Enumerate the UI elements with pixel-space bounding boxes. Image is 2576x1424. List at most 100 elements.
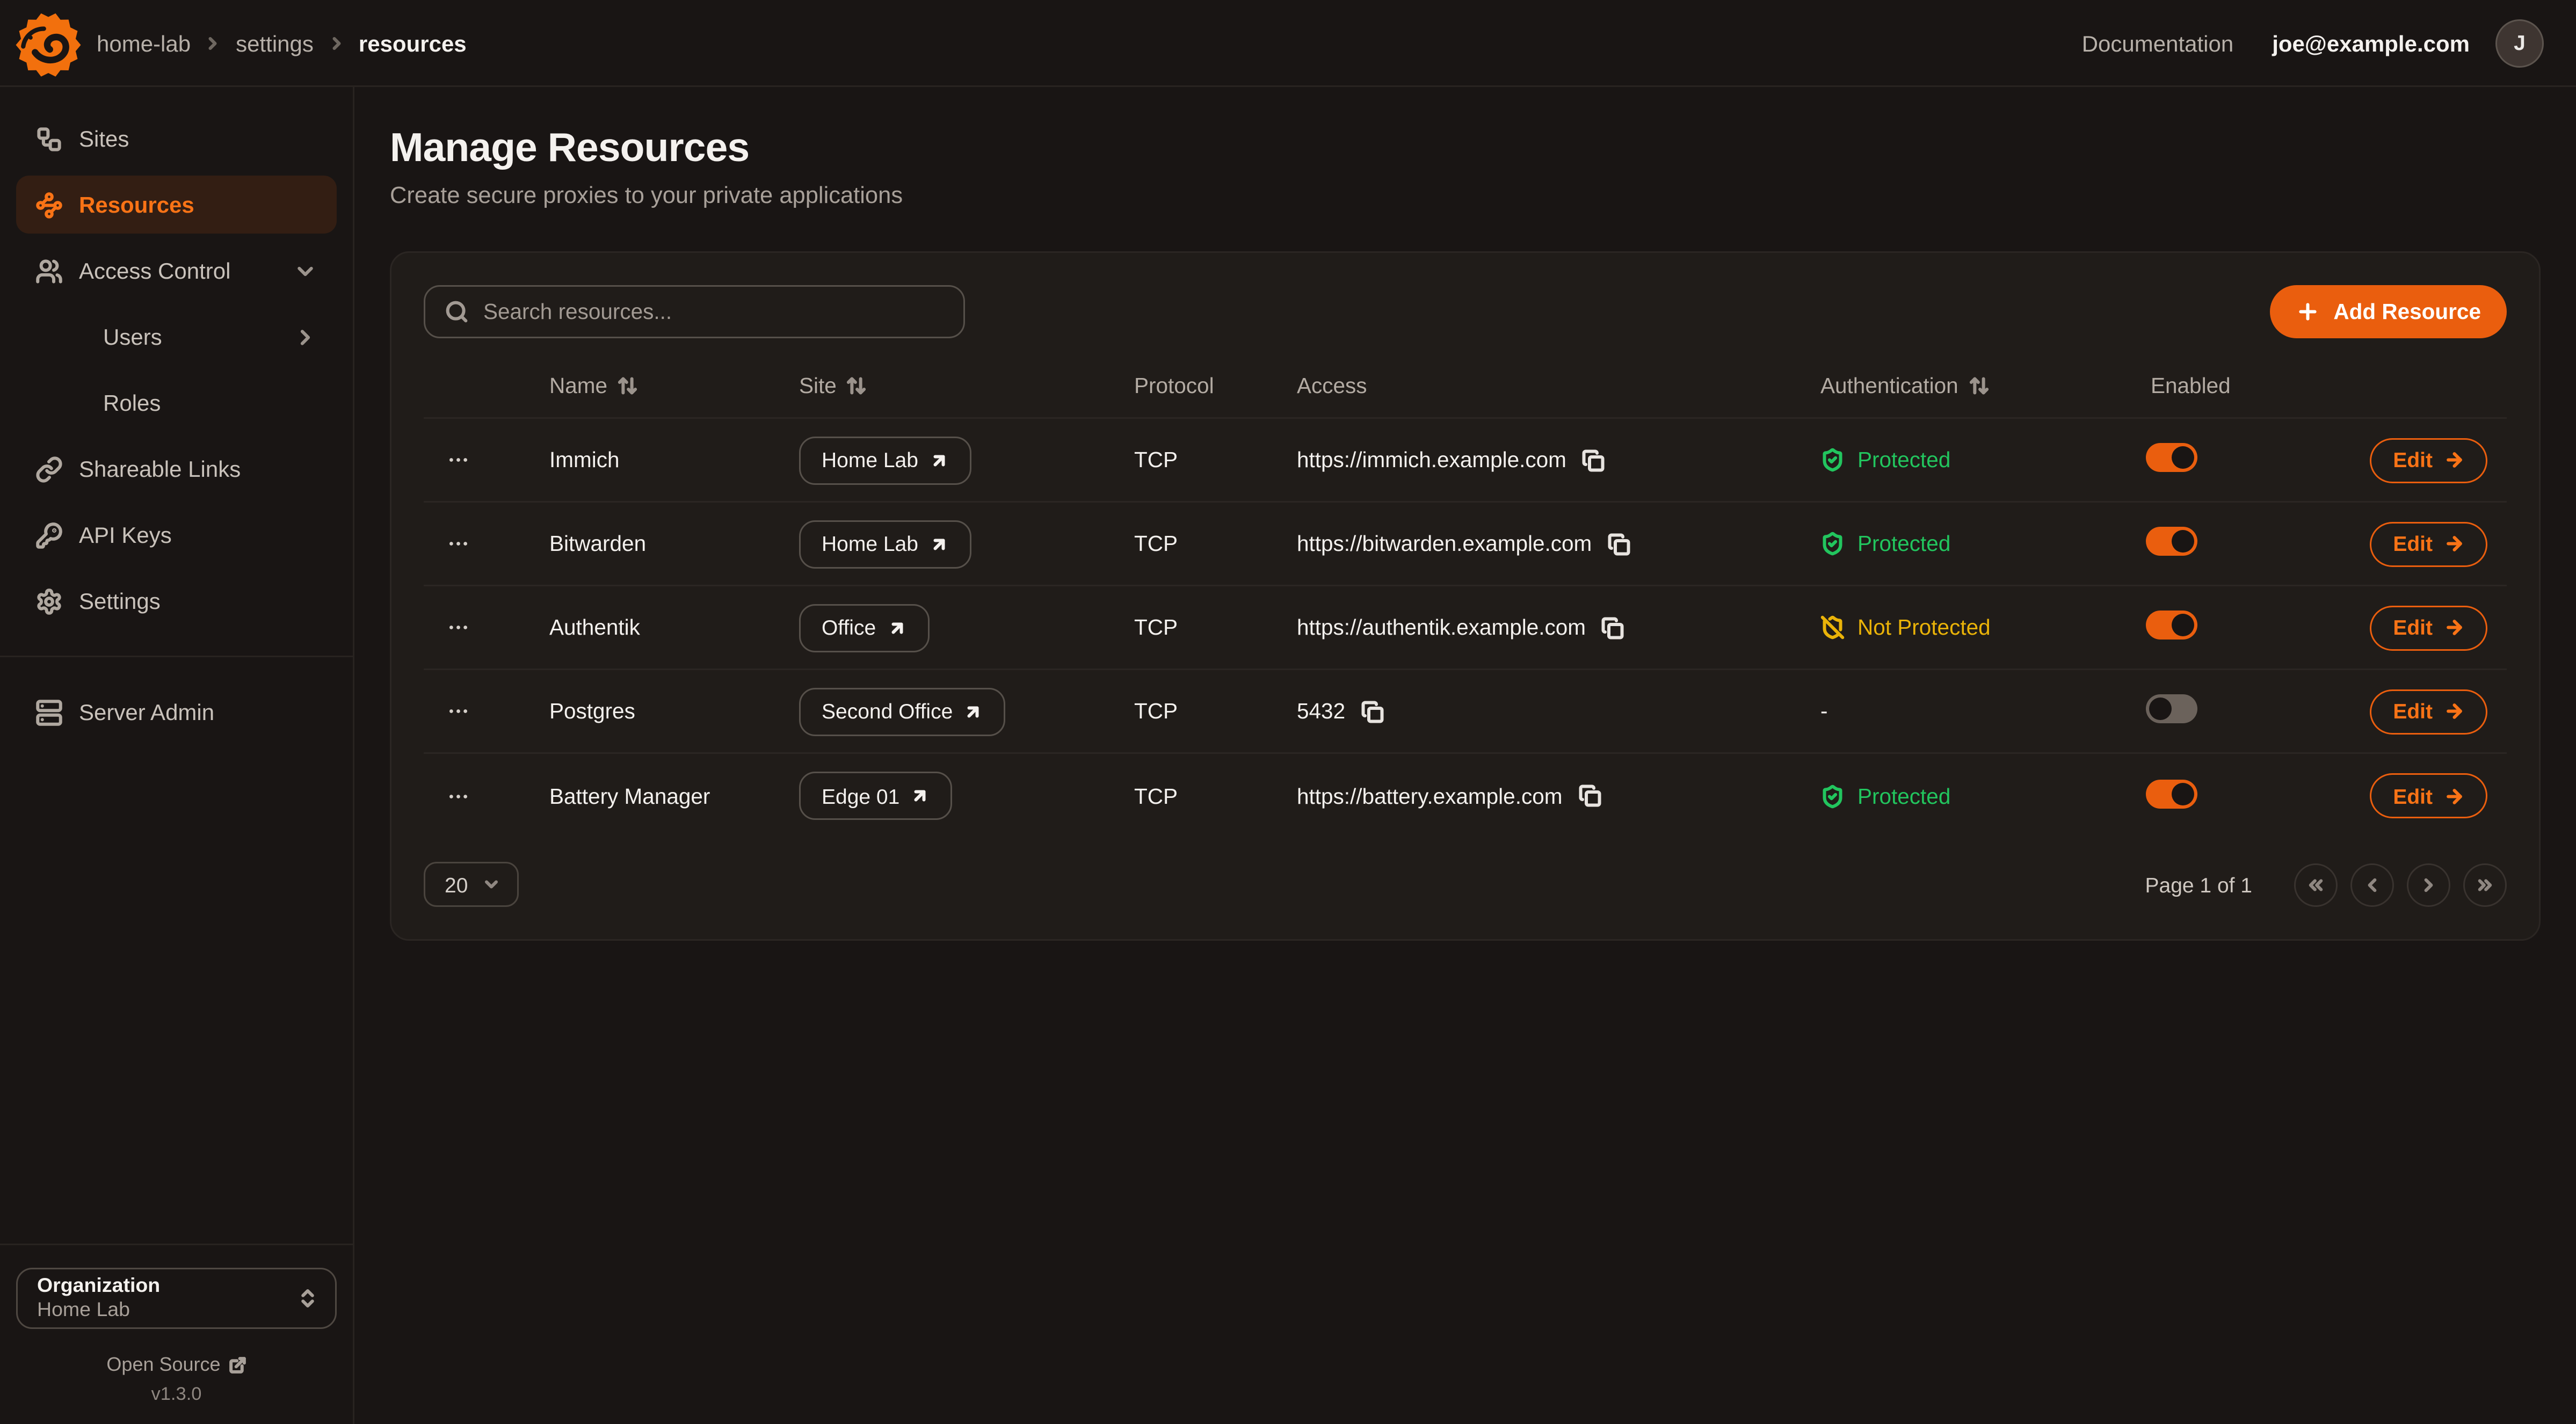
authentication-cell: Protected [1798, 448, 2136, 472]
sidebar-item-label: Users [103, 324, 162, 350]
edit-button[interactable]: Edit [2370, 521, 2487, 566]
documentation-link[interactable]: Documentation [2082, 30, 2234, 56]
chevron-down-icon [482, 875, 502, 894]
site-cell: Home Lab [799, 520, 1121, 568]
enabled-toggle[interactable] [2146, 694, 2197, 723]
sidebar-item-settings[interactable]: Settings [16, 572, 337, 630]
authentication-cell: Not Protected [1798, 615, 2136, 640]
edit-button[interactable]: Edit [2370, 438, 2487, 483]
enabled-toggle[interactable] [2146, 779, 2197, 808]
copy-button[interactable] [1602, 616, 1624, 639]
sidebar-item-users[interactable]: Users [16, 308, 337, 366]
breadcrumb-org[interactable]: home-lab [97, 30, 191, 56]
site-link[interactable]: Office [799, 604, 929, 652]
organization-label: Organization [37, 1274, 160, 1298]
search-input[interactable] [483, 300, 944, 324]
sidebar-item-access-control[interactable]: Access Control [16, 242, 337, 300]
copy-button[interactable] [1361, 700, 1384, 723]
arrow-up-right-icon [964, 702, 983, 721]
chevron-right-icon [204, 33, 223, 53]
sidebar-item-api-keys[interactable]: API Keys [16, 506, 337, 564]
chevrons-up-down-icon [296, 1287, 319, 1310]
toggle-knob [2172, 446, 2194, 469]
last-page-button[interactable] [2463, 863, 2507, 906]
site-link[interactable]: Second Office [799, 687, 1006, 736]
sort-icon [617, 375, 638, 396]
row-actions-button[interactable] [440, 695, 477, 728]
organization-switcher[interactable]: Organization Home Lab [16, 1268, 337, 1329]
access-value: 5432 [1297, 699, 1345, 723]
users-icon [35, 257, 63, 285]
row-actions-button[interactable] [440, 780, 477, 812]
enabled-toggle[interactable] [2146, 443, 2197, 472]
edit-cell: Edit [2305, 605, 2507, 650]
access-cell: https://bitwarden.example.com [1274, 532, 1798, 556]
chevron-down-icon [293, 259, 317, 283]
edit-button[interactable]: Edit [2370, 605, 2487, 650]
row-actions-cell [424, 528, 549, 560]
row-actions-button[interactable] [440, 444, 477, 476]
sidebar-divider [0, 656, 353, 657]
site-cell: Edge 01 [799, 772, 1121, 820]
previous-page-button[interactable] [2350, 863, 2394, 906]
copy-icon [1578, 784, 1601, 807]
enabled-cell [2136, 443, 2305, 477]
enabled-cell [2136, 779, 2305, 813]
avatar[interactable]: J [2495, 19, 2544, 67]
site-link[interactable]: Edge 01 [799, 772, 953, 820]
column-header-authentication[interactable]: Authentication [1798, 374, 2136, 398]
next-page-button[interactable] [2407, 863, 2450, 906]
toggle-knob [2172, 614, 2194, 636]
sidebar-item-resources[interactable]: Resources [16, 176, 337, 234]
copy-button[interactable] [1578, 784, 1601, 807]
row-actions-cell [424, 612, 549, 644]
site-link[interactable]: Home Lab [799, 436, 971, 484]
arrow-right-icon [2444, 701, 2465, 722]
resource-name: Battery Manager [549, 784, 799, 808]
add-resource-button[interactable]: Add Resource [2270, 285, 2507, 338]
enabled-toggle[interactable] [2146, 611, 2197, 640]
external-link-icon [229, 1356, 246, 1374]
site-link[interactable]: Home Lab [799, 520, 971, 568]
server-icon [35, 699, 63, 726]
sidebar-item-roles[interactable]: Roles [16, 374, 337, 432]
column-header-site[interactable]: Site [799, 374, 1121, 398]
first-page-button[interactable] [2294, 863, 2338, 906]
sidebar-item-server-admin[interactable]: Server Admin [16, 683, 337, 741]
arrow-up-right-icon [930, 534, 949, 554]
sidebar-item-shareable-links[interactable]: Shareable Links [16, 440, 337, 498]
toggle-knob [2149, 698, 2172, 720]
page-size-value: 20 [445, 873, 468, 897]
sidebar-item-sites[interactable]: Sites [16, 110, 337, 168]
shield-check-icon [1820, 784, 1845, 808]
enabled-toggle[interactable] [2146, 527, 2197, 556]
auth-status-label: Protected [1857, 784, 1950, 808]
breadcrumb-settings[interactable]: settings [236, 30, 314, 56]
copy-button[interactable] [1583, 449, 1605, 471]
auth-badge: Protected [1820, 532, 2136, 556]
user-email[interactable]: joe@example.com [2272, 30, 2470, 56]
edit-button[interactable]: Edit [2370, 689, 2487, 734]
open-source-label: Open Source [106, 1353, 220, 1376]
page-size-select[interactable]: 20 [424, 862, 519, 907]
row-actions-button[interactable] [440, 612, 477, 644]
topbar: home-lab settings resources Documentatio… [0, 0, 2576, 87]
edit-label: Edit [2393, 532, 2433, 556]
row-actions-cell [424, 444, 549, 476]
pangolin-logo-icon [13, 8, 84, 78]
edit-button[interactable]: Edit [2370, 773, 2487, 818]
arrow-right-icon [2444, 449, 2465, 470]
ellipsis-icon [446, 700, 470, 724]
site-name: Home Lab [822, 532, 918, 556]
auth-status-label: Protected [1857, 532, 1950, 556]
site-cell: Second Office [799, 687, 1121, 736]
open-source-link[interactable]: Open Source [16, 1353, 337, 1376]
protocol: TCP [1121, 699, 1274, 723]
key-icon [35, 521, 63, 549]
sidebar-item-label: Server Admin [79, 699, 214, 725]
row-actions-button[interactable] [440, 528, 477, 560]
copy-button[interactable] [1608, 533, 1630, 555]
ellipsis-icon [446, 532, 470, 556]
column-header-name[interactable]: Name [549, 374, 799, 398]
site-name: Office [822, 615, 876, 640]
